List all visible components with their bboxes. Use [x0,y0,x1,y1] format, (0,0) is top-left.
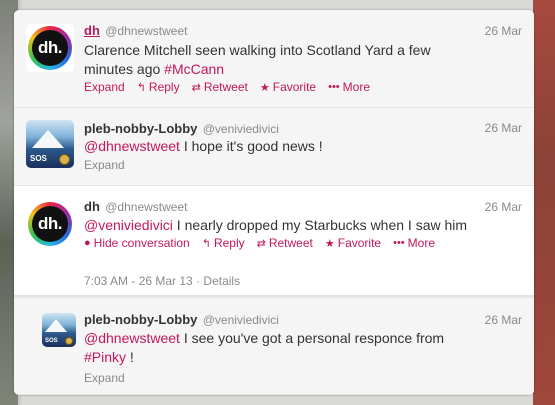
tweet-date[interactable]: 26 Mar [485,313,522,327]
tweet-actions: ● Hide conversation ↰ Reply ⇄ Retweet ★ Favo… [84,236,435,250]
expand-link[interactable]: Expand [84,371,125,385]
tweet-author-name[interactable]: dh [84,199,100,214]
more-button[interactable]: ••• More [393,236,435,250]
retweet-icon: ⇄ [191,81,201,94]
avatar-pleb[interactable]: SOS [42,313,76,347]
mention-link[interactable]: @dhnewstweet [84,138,180,154]
tweet-timestamp[interactable]: 7:03 AM - 26 Mar 13 [84,274,193,288]
tweet-text: @veniviedivici I nearly dropped my Starb… [84,217,468,233]
speech-bubble-icon: ● [84,237,91,249]
tweet-actions: Expand ↰ Reply ⇄ Retweet ★ Favorite ••• More [84,80,370,94]
star-icon: ★ [324,237,335,250]
retweet-icon: ⇄ [256,237,266,250]
separator-dot: · [196,274,201,288]
tweet-author-handle[interactable]: @veniviedivici [203,313,279,327]
hashtag-link[interactable]: #McCann [164,61,224,77]
ellipsis-icon: ••• [393,237,405,249]
star-icon: ★ [259,81,270,94]
tweet-text: @dhnewstweet I see you've got a personal… [84,330,445,365]
hashtag-link[interactable]: #Pinky [84,349,126,365]
tweet-author-name[interactable]: pleb-nobby-Lobby [84,121,197,136]
tweet-author-handle[interactable]: @veniviedivici [203,122,279,136]
retweet-button[interactable]: ⇄ Retweet [257,236,313,250]
dh-logo-text: dh. [32,30,68,66]
tweet-text: Clarence Mitchell seen walking into Scot… [84,42,431,77]
tweet-author-handle[interactable]: @dhnewstweet [105,24,187,38]
tweet-date[interactable]: 26 Mar [485,121,522,135]
mention-link[interactable]: @dhnewstweet [84,330,180,346]
sos-logo-text: SOS [45,338,58,344]
reply-button[interactable]: ↰ Reply [137,80,180,94]
tweet-dh-1[interactable]: dh. dh @dhnewstweet 26 Mar Clarence Mitc… [14,10,534,108]
avatar-dh[interactable]: dh. [26,24,74,72]
tweet-pleb-2[interactable]: SOS pleb-nobby-Lobby @veniviedivici 26 M… [14,296,534,395]
tweet-pleb-1[interactable]: SOS pleb-nobby-Lobby @veniviedivici 26 M… [14,108,534,186]
tweet-text: @dhnewstweet I hope it's good news ! [84,138,323,154]
reply-button[interactable]: ↰ Reply [202,236,245,250]
sos-logo-text: SOS [30,154,47,163]
more-button[interactable]: ••• More [328,80,370,94]
tweet-author-name[interactable]: dh [84,23,100,38]
favorite-button[interactable]: ★ Favorite [260,80,316,94]
tweet-date[interactable]: 26 Mar [485,24,522,38]
details-link[interactable]: Details [203,274,240,288]
mention-link[interactable]: @veniviedivici [84,217,173,233]
seal-icon [65,337,73,345]
avatar-pleb[interactable]: SOS [26,120,74,168]
tweet-author-name[interactable]: pleb-nobby-Lobby [84,312,197,327]
dh-logo-text: dh. [32,206,68,242]
expand-link[interactable]: Expand [84,80,125,94]
ellipsis-icon: ••• [328,81,340,93]
tweet-date[interactable]: 26 Mar [485,200,522,214]
hide-conversation-button[interactable]: ● Hide conversation [84,236,190,250]
tweet-author-handle[interactable]: @dhnewstweet [105,200,187,214]
retweet-button[interactable]: ⇄ Retweet [192,80,248,94]
favorite-button[interactable]: ★ Favorite [325,236,381,250]
background-right [533,0,555,405]
avatar-dh[interactable]: dh. [26,200,74,248]
seal-icon [59,154,70,165]
tweet-timestamp-row: 7:03 AM - 26 Mar 13 · Details [84,274,240,288]
tweet-stream: dh. dh @dhnewstweet 26 Mar Clarence Mitc… [14,10,534,395]
reply-arrow-icon: ↰ [136,81,146,94]
reply-arrow-icon: ↰ [201,237,211,250]
expand-link[interactable]: Expand [84,158,125,172]
tweet-dh-2[interactable]: dh. dh @dhnewstweet 26 Mar @veniviedivic… [14,186,534,296]
